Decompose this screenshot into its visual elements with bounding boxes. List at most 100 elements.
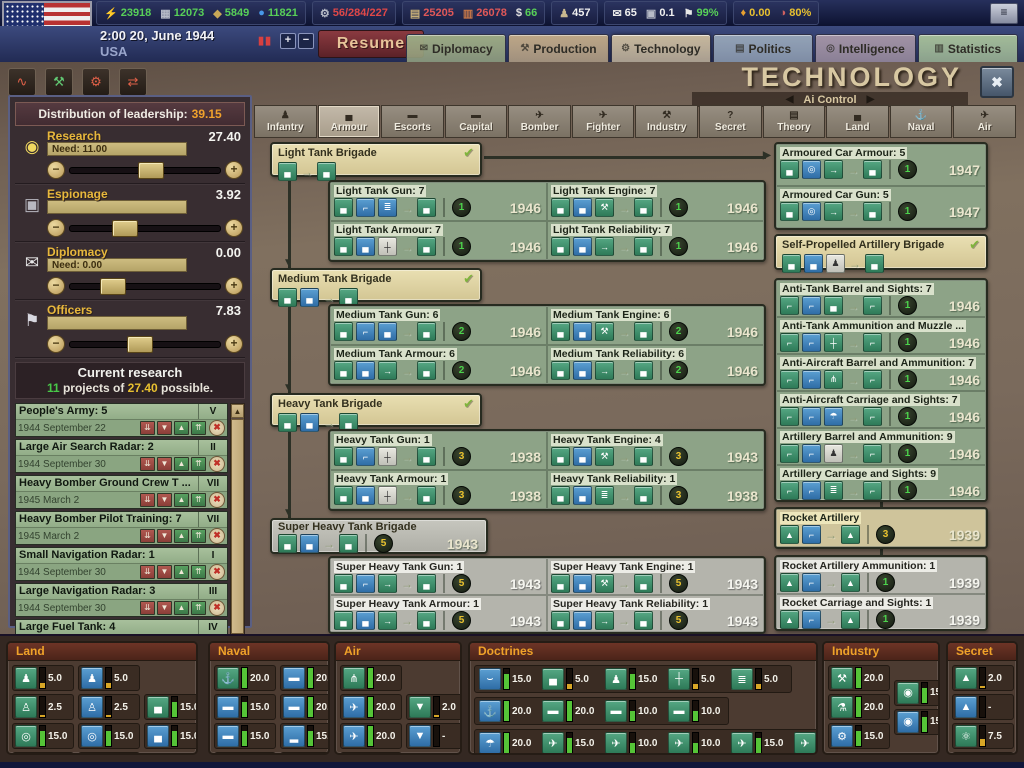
overview-chip[interactable]: ▂15.0 bbox=[280, 723, 328, 749]
tech-super-heavy-tank-engine-1[interactable]: Super Heavy Tank Engine: 1 ▄ ▄ ⚒ → ▄ 5 1943 bbox=[547, 558, 764, 595]
priority-top-button[interactable]: ⇈ bbox=[191, 457, 206, 471]
overview-chip[interactable]: ▬ 20.0 bbox=[542, 700, 598, 722]
tab-statistics[interactable]: ▥ Statistics bbox=[917, 34, 1018, 62]
cancel-research-button[interactable]: ✖ bbox=[209, 600, 225, 616]
overview-chip[interactable]: ┼ 5.0 bbox=[668, 668, 724, 690]
overview-chip[interactable]: ▂15.0 bbox=[280, 752, 328, 753]
tab-intelligence[interactable]: ◎ Intelligence bbox=[815, 34, 916, 62]
tech-light-tank-engine-7[interactable]: Light Tank Engine: 7 ▄ ▄ ⚒ → ▄ 1 1946 bbox=[547, 182, 764, 221]
tech-tab-infantry[interactable]: ♟ Infantry bbox=[254, 105, 317, 138]
priority-up-button[interactable]: ▲ bbox=[174, 601, 189, 615]
research-scrollbar[interactable]: ▲ ▼ bbox=[230, 403, 245, 650]
brigade-heavy-tank-brigade[interactable]: Heavy Tank Brigade ✔ ▄ ▄ → ▄ bbox=[270, 393, 482, 432]
overview-chip[interactable]: ▬ 15.0 bbox=[214, 723, 276, 749]
overview-chip[interactable]: ▄ 15.0 bbox=[144, 723, 196, 749]
brigade-medium-tank-brigade[interactable]: Medium Tank Brigade ✔ ▄ ▄ → ▄ bbox=[270, 268, 482, 307]
tech-super-heavy-tank-armour-1[interactable]: Super Heavy Tank Armour: 1 ▄ ▄ → → ▄ 5 1943 bbox=[330, 595, 547, 632]
scrollbar-thumb[interactable] bbox=[231, 419, 244, 634]
overview-chip[interactable]: ◎ 15.0 bbox=[78, 723, 140, 749]
overview-chip[interactable]: ▬ 10.0 bbox=[668, 700, 724, 722]
overview-chip[interactable]: ⚗ 20.0 bbox=[828, 694, 890, 720]
tech-rocket-artillery[interactable]: Rocket Artillery ▲ ⌐ → ▲ 3 1939 bbox=[776, 509, 986, 547]
overview-chip[interactable]: ⚓ 20.0 bbox=[214, 665, 276, 691]
priority-top-button[interactable]: ⇈ bbox=[191, 565, 206, 579]
overview-chip[interactable]: ◎ 15.0 bbox=[12, 723, 74, 749]
priority-up-button[interactable]: ▲ bbox=[174, 529, 189, 543]
overview-chip[interactable]: ⌣ 15.0 bbox=[479, 668, 535, 690]
overview-chip[interactable]: ✈ 15.0 bbox=[731, 732, 787, 753]
priority-top-button[interactable]: ⇈ bbox=[191, 529, 206, 543]
overview-chip[interactable]: ✈20.0 bbox=[340, 752, 402, 753]
overview-chip[interactable]: ⌐15.0 bbox=[78, 752, 140, 753]
slider-plus-button[interactable]: + bbox=[225, 335, 243, 353]
priority-bottom-button[interactable]: ⇊ bbox=[140, 565, 155, 579]
tech-tab-armour[interactable]: ▄ Armour bbox=[317, 105, 381, 138]
overview-chip[interactable]: ✈20.0 bbox=[340, 694, 402, 720]
overview-chip[interactable]: ▬5.0 bbox=[214, 752, 276, 753]
tech-light-tank-reliability-7[interactable]: Light Tank Reliability: 7 ▄ ▄ → → ▄ 1 1946 bbox=[547, 221, 764, 260]
cancel-research-button[interactable]: ✖ bbox=[209, 564, 225, 580]
slider-minus-button[interactable]: − bbox=[47, 161, 65, 179]
priority-down-button[interactable]: ▼ bbox=[157, 457, 172, 471]
priority-down-button[interactable]: ▼ bbox=[157, 565, 172, 579]
tech-tab-escorts[interactable]: ▬ Escorts bbox=[381, 105, 444, 138]
priority-down-button[interactable]: ▼ bbox=[157, 529, 172, 543]
priority-down-button[interactable]: ▼ bbox=[157, 421, 172, 435]
tech-armoured-car-gun-5[interactable]: Armoured Car Gun: 5 ▄ ◎ → → ▄ 1 1947 bbox=[776, 186, 986, 228]
overview-chip[interactable]: ▬ 20.0 bbox=[280, 694, 328, 720]
ai-control-prev-icon[interactable]: ◀ bbox=[786, 94, 794, 105]
overview-chip[interactable]: ⚓ 20.0 bbox=[479, 700, 535, 722]
priority-bottom-button[interactable]: ⇊ bbox=[140, 493, 155, 507]
cancel-research-button[interactable]: ✖ bbox=[209, 420, 225, 436]
tab-production[interactable]: ⚒ Production bbox=[508, 34, 609, 62]
slider-handle[interactable] bbox=[127, 335, 153, 353]
priority-top-button[interactable]: ⇈ bbox=[191, 493, 206, 507]
tech-tab-land[interactable]: ▄ Land bbox=[826, 105, 889, 138]
overview-chip[interactable]: ▬ 20.0 bbox=[280, 665, 328, 691]
slider-handle[interactable] bbox=[112, 219, 138, 237]
tech-tab-air[interactable]: ✈ Air bbox=[953, 105, 1016, 138]
slider-minus-button[interactable]: − bbox=[47, 219, 65, 237]
ai-control-next-icon[interactable]: ▶ bbox=[867, 94, 875, 105]
overview-chip[interactable]: ✈ 10.0 bbox=[668, 732, 724, 753]
tech-super-heavy-tank-gun-1[interactable]: Super Heavy Tank Gun: 1 ▄ ⌐ → → ▄ 5 1943 bbox=[330, 558, 547, 595]
overview-chip[interactable]: ✈ 10.0 bbox=[605, 732, 661, 753]
priority-down-button[interactable]: ▼ bbox=[157, 601, 172, 615]
priority-up-button[interactable]: ▲ bbox=[174, 421, 189, 435]
overview-chip[interactable]: ▼ - bbox=[406, 723, 460, 749]
overview-chip[interactable]: ♙ 2.5 bbox=[78, 694, 140, 720]
priority-top-button[interactable]: ⇈ bbox=[191, 601, 206, 615]
tech-anti-aircraft-barrel-and-ammunition-7[interactable]: Anti-Aircraft Barrel and Ammunition: 7 ⌐ ⌐… bbox=[776, 354, 986, 391]
cancel-research-button[interactable]: ✖ bbox=[209, 492, 225, 508]
tech-tab-secret[interactable]: ? Secret bbox=[699, 105, 762, 138]
tech-tab-fighter[interactable]: ✈ Fighter bbox=[571, 105, 635, 138]
overview-chip[interactable]: ▬ 10.0 bbox=[605, 700, 661, 722]
overview-chip[interactable]: ⚒ 20.0 bbox=[828, 665, 890, 691]
tech-medium-tank-engine-6[interactable]: Medium Tank Engine: 6 ▄ ▄ ⚒ → ▄ 2 1946 bbox=[547, 306, 764, 345]
priority-top-button[interactable]: ⇈ bbox=[191, 421, 206, 435]
tab-politics[interactable]: ▤ Politics bbox=[712, 34, 814, 62]
tech-tab-capital[interactable]: ▬ Capital bbox=[444, 105, 508, 138]
tech-anti-aircraft-carriage-and-sights-7[interactable]: Anti-Aircraft Carriage and Sights: 7 ⌐ ⌐ ☂ →… bbox=[776, 391, 986, 428]
overview-chip[interactable]: ⚙ 15.0 bbox=[828, 723, 890, 749]
hammer-button[interactable]: ⚒ bbox=[45, 68, 73, 96]
cancel-research-button[interactable]: ✖ bbox=[209, 528, 225, 544]
speed-down-button[interactable]: − bbox=[298, 33, 314, 49]
factory-button[interactable]: ⚙ bbox=[82, 68, 110, 96]
overview-chip[interactable]: ☢- bbox=[952, 752, 1014, 753]
priority-bottom-button[interactable]: ⇊ bbox=[140, 529, 155, 543]
slider-minus-button[interactable]: − bbox=[47, 277, 65, 295]
priority-up-button[interactable]: ▲ bbox=[174, 457, 189, 471]
overview-chip[interactable]: ◉ 15.0 bbox=[894, 679, 938, 706]
tech-artillery-carriage-and-sights-9[interactable]: Artillery Carriage and Sights: 9 ⌐ ⌐ ≣ → ⌐ 1 19… bbox=[776, 465, 986, 500]
tech-tab-naval[interactable]: ⚓ Naval bbox=[889, 105, 953, 138]
tab-diplomacy[interactable]: ✉ Diplomacy bbox=[406, 34, 507, 62]
priority-bottom-button[interactable]: ⇊ bbox=[140, 601, 155, 615]
tech-light-tank-armour-7[interactable]: Light Tank Armour: 7 ▄ ▄ ┼ → ▄ 1 1946 bbox=[330, 221, 547, 260]
overview-chip[interactable]: ✈20.0 bbox=[340, 723, 402, 749]
overview-chip[interactable]: ▄ 5.0 bbox=[542, 668, 598, 690]
overview-chip[interactable]: ✈ 15.0 bbox=[542, 732, 598, 753]
speed-up-button[interactable]: + bbox=[280, 33, 296, 49]
tech-anti-tank-barrel-and-sights-7[interactable]: Anti-Tank Barrel and Sights: 7 ⌐ ⌐ ▄ → ⌐ 1 1946 bbox=[776, 280, 986, 317]
tech-artillery-barrel-and-ammunition-9[interactable]: Artillery Barrel and Ammunition: 9 ⌐ ⌐ ♟ → ⌐ 1… bbox=[776, 428, 986, 465]
